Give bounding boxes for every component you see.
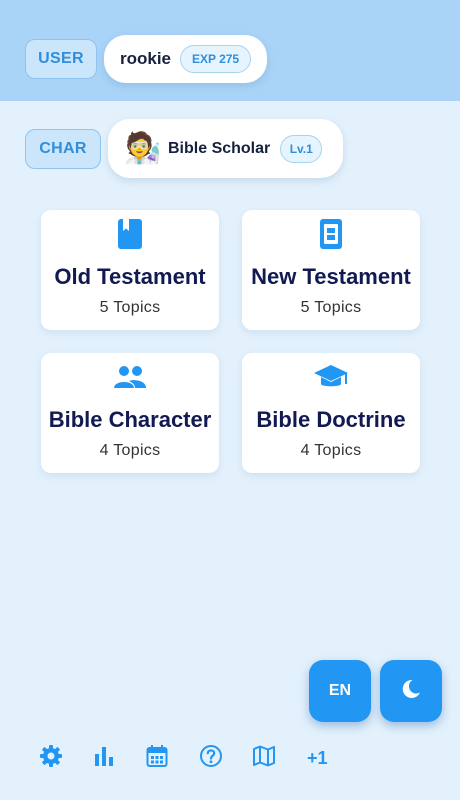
book-icon xyxy=(117,218,143,250)
settings-button[interactable] xyxy=(24,740,77,776)
language-button[interactable]: EN xyxy=(309,660,371,722)
more-label: +1 xyxy=(307,747,328,768)
char-tag-label: CHAR xyxy=(39,140,87,157)
card-subtitle: 4 Topics xyxy=(99,442,161,459)
card-subtitle: 5 Topics xyxy=(300,299,362,316)
card-title: Bible Doctrine xyxy=(256,407,406,432)
user-tag: USER xyxy=(25,39,97,79)
username: rookie xyxy=(120,49,172,68)
category-card-bible-doctrine[interactable]: Bible Doctrine 4 Topics xyxy=(242,353,420,473)
card-title: Old Testament xyxy=(54,264,206,289)
card-subtitle: 5 Topics xyxy=(99,299,161,316)
language-label: EN xyxy=(328,682,352,699)
help-button[interactable] xyxy=(184,740,237,776)
category-card-old-testament[interactable]: Old Testament 5 Topics xyxy=(41,210,219,330)
character-avatar: 🧑‍🔬 xyxy=(124,131,162,165)
card-subtitle: 4 Topics xyxy=(300,442,362,459)
bottom-nav: +1 xyxy=(24,740,344,776)
level-badge: Lv.1 xyxy=(280,134,323,163)
map-button[interactable] xyxy=(237,740,290,776)
card-title: New Testament xyxy=(251,264,411,289)
category-card-new-testament[interactable]: New Testament 5 Topics xyxy=(242,210,420,330)
bar-chart-icon xyxy=(93,745,115,772)
gear-icon xyxy=(39,744,63,773)
graduation-cap-icon xyxy=(313,361,349,393)
char-tag: CHAR xyxy=(25,129,101,169)
theme-toggle-button[interactable] xyxy=(380,660,442,722)
card-title: Bible Character xyxy=(48,407,212,432)
exp-badge: EXP 275 xyxy=(180,45,252,73)
people-icon xyxy=(113,361,147,393)
user-tag-label: USER xyxy=(38,50,84,67)
category-card-bible-character[interactable]: Bible Character 4 Topics xyxy=(41,353,219,473)
moon-icon xyxy=(400,678,422,705)
more-button[interactable]: +1 xyxy=(291,740,344,776)
character-pill[interactable]: 🧑‍🔬 Bible Scholar Lv.1 xyxy=(108,119,343,178)
map-icon xyxy=(252,744,276,773)
character-name: Bible Scholar xyxy=(168,139,271,157)
calendar-icon xyxy=(146,744,168,773)
user-pill[interactable]: rookie EXP 275 xyxy=(104,35,267,83)
calendar-button[interactable] xyxy=(131,740,184,776)
stats-button[interactable] xyxy=(77,740,130,776)
help-icon xyxy=(199,744,223,773)
phone-book-icon xyxy=(319,218,343,250)
